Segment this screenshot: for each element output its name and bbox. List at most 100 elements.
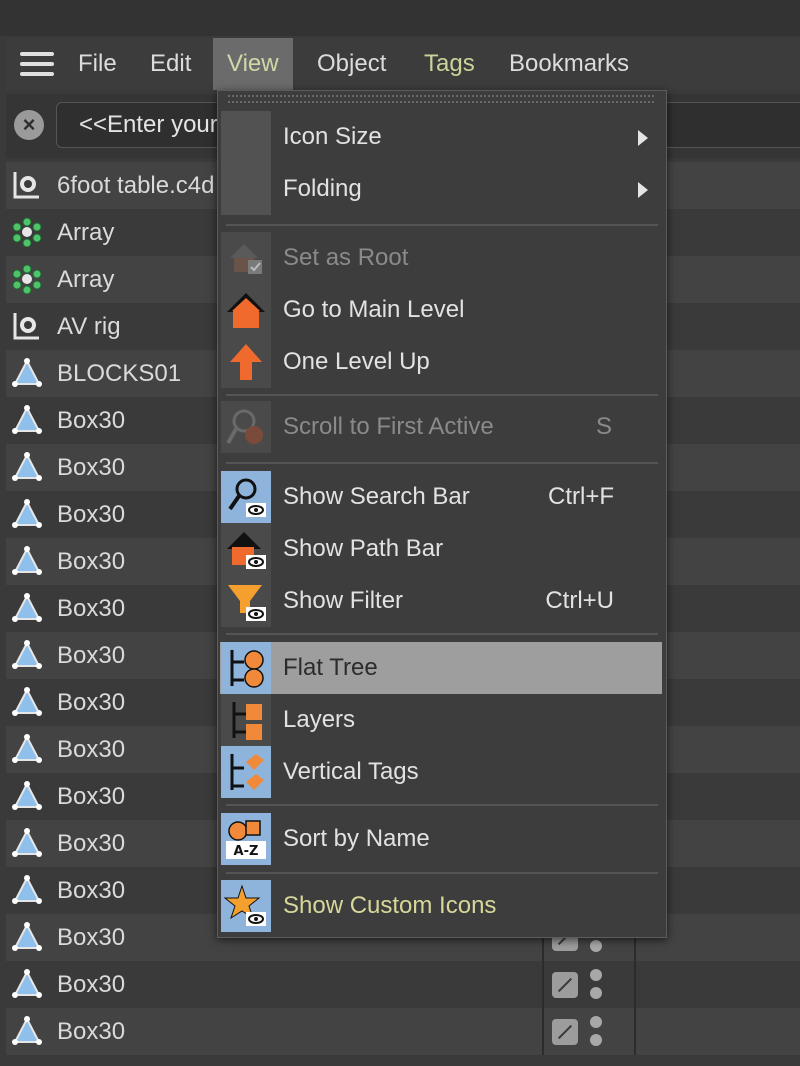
object-name[interactable]: Box30 [57, 444, 125, 491]
polygon-object-icon [12, 405, 42, 435]
polygon-object-icon [12, 546, 42, 576]
null-object-icon [12, 170, 42, 200]
column-divider [542, 1008, 544, 1055]
polygon-object-icon [12, 687, 42, 717]
menu-item-sort-by-name[interactable]: A-Z Sort by Name [220, 813, 662, 865]
menu-item-label: Layers [283, 706, 356, 733]
object-name[interactable]: Box30 [57, 1008, 125, 1055]
menu-bookmarks[interactable]: Bookmarks [509, 38, 629, 90]
polygon-object-icon [12, 828, 42, 858]
filter-icon [228, 585, 266, 621]
arrow-up-icon [230, 344, 262, 380]
object-name[interactable]: 6foot table.c4d [57, 162, 214, 209]
search-bar-icon [228, 478, 266, 517]
window-top-strip [0, 0, 800, 36]
menu-item-label: Folding [283, 175, 362, 202]
menu-item-label: Go to Main Level [283, 296, 465, 323]
object-name[interactable]: Box30 [57, 867, 125, 914]
object-name[interactable]: Box30 [57, 961, 125, 1008]
menu-item-label: Show Path Bar [283, 535, 444, 562]
tear-off-grip[interactable] [228, 95, 654, 103]
object-name[interactable]: Box30 [57, 585, 125, 632]
path-bar-icon [227, 532, 266, 569]
layers-icon [232, 702, 262, 740]
menu-object[interactable]: Object [317, 38, 386, 90]
layer-toggle-icon[interactable] [552, 1019, 578, 1045]
object-name[interactable]: Box30 [57, 538, 125, 585]
menu-file[interactable]: File [78, 38, 117, 90]
set-as-root-icon [230, 244, 262, 274]
menu-view[interactable]: View [213, 38, 293, 90]
menu-item-label: Sort by Name [283, 825, 430, 852]
object-name[interactable]: Box30 [57, 632, 125, 679]
menu-separator [226, 633, 658, 635]
polygon-object-icon [12, 358, 42, 388]
menu-item-label: Set as Root [283, 244, 409, 271]
column-divider [634, 1008, 636, 1055]
home-icon [227, 293, 265, 328]
layer-toggle-icon[interactable] [552, 972, 578, 998]
menu-separator [226, 872, 658, 874]
menu-item-label: Icon Size [283, 123, 382, 150]
object-name[interactable]: Box30 [57, 914, 125, 961]
visibility-dots-icon[interactable] [590, 1016, 602, 1048]
object-name[interactable]: Box30 [57, 726, 125, 773]
polygon-object-icon [12, 781, 42, 811]
array-icon [12, 217, 42, 248]
vertical-tags-icon [230, 754, 264, 790]
polygon-object-icon [12, 640, 42, 670]
menu-item-folding[interactable]: Folding [220, 163, 662, 215]
object-row[interactable]: Box30 [6, 1008, 800, 1055]
object-name[interactable]: Box30 [57, 491, 125, 538]
polygon-object-icon [12, 922, 42, 952]
object-name[interactable]: Box30 [57, 397, 125, 444]
flat-tree-icon [230, 650, 264, 688]
menu-edit[interactable]: Edit [150, 38, 191, 90]
column-divider [634, 961, 636, 1008]
hamburger-menu-icon[interactable] [20, 52, 54, 78]
polygon-object-icon [12, 969, 42, 999]
visibility-dots-icon[interactable] [590, 969, 602, 1001]
submenu-arrow-icon [638, 130, 648, 146]
menu-item-layers[interactable]: Layers [220, 694, 662, 746]
menu-item-set-as-root[interactable]: Set as Root [220, 232, 662, 284]
clear-search-icon[interactable]: × [14, 110, 44, 140]
menu-tags[interactable]: Tags [424, 38, 475, 90]
polygon-object-icon [12, 452, 42, 482]
menu-item-label: Show Filter [283, 587, 404, 614]
object-name[interactable]: Box30 [57, 773, 125, 820]
object-name[interactable]: AV rig [57, 303, 121, 350]
menu-item-one-level-up[interactable]: One Level Up [220, 336, 662, 388]
sort-az-label: A-Z [234, 844, 259, 859]
menu-item-show-custom-icons[interactable]: Show Custom Icons [220, 880, 662, 932]
menu-item-scroll-to-first-active[interactable]: Scroll to First Active S [220, 401, 662, 453]
polygon-object-icon [12, 875, 42, 905]
menu-item-vertical-tags[interactable]: Vertical Tags [220, 746, 662, 798]
menu-separator [226, 804, 658, 806]
menu-separator [226, 462, 658, 464]
object-name[interactable]: Box30 [57, 679, 125, 726]
polygon-object-icon [12, 734, 42, 764]
column-divider [542, 961, 544, 1008]
menu-item-go-to-main-level[interactable]: Go to Main Level [220, 284, 662, 336]
menu-item-show-filter[interactable]: Show Filter Ctrl+U [220, 575, 662, 627]
null-object-icon [12, 311, 42, 341]
menu-item-show-search-bar[interactable]: Show Search Bar Ctrl+F [220, 471, 662, 523]
menu-bar: File Edit View Object Tags Bookmarks [6, 38, 800, 90]
sort-az-icon: A-Z [226, 820, 266, 859]
object-name[interactable]: BLOCKS01 [57, 350, 181, 397]
object-name[interactable]: Array [57, 256, 114, 303]
menu-item-icon-size[interactable]: Icon Size [220, 111, 662, 163]
menu-separator [226, 394, 658, 396]
menu-item-label: Show Search Bar [283, 483, 470, 510]
object-name[interactable]: Box30 [57, 820, 125, 867]
object-row[interactable]: Box30 [6, 961, 800, 1008]
shortcut-label: Ctrl+F [548, 483, 614, 510]
menu-item-flat-tree[interactable]: Flat Tree [220, 642, 662, 694]
object-name[interactable]: Array [57, 209, 114, 256]
menu-item-label: One Level Up [283, 348, 430, 375]
array-icon [12, 264, 42, 295]
polygon-object-icon [12, 499, 42, 529]
menu-item-label: Flat Tree [283, 654, 378, 681]
menu-item-show-path-bar[interactable]: Show Path Bar [220, 523, 662, 575]
